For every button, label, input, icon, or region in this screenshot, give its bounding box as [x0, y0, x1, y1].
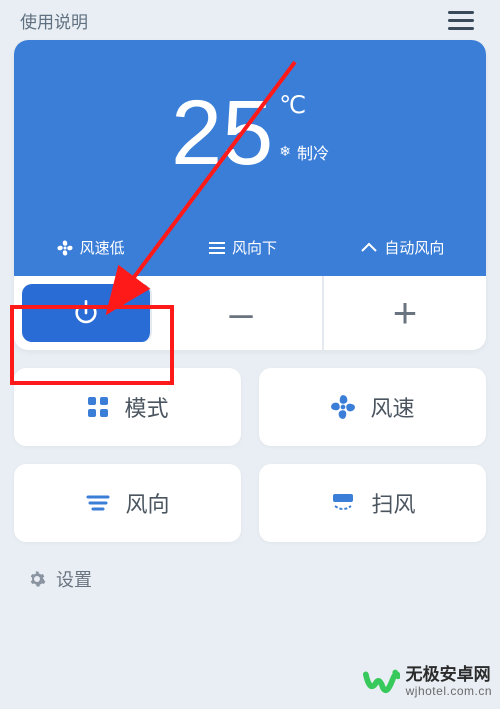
status-row: 风速低 风向下 自动风向	[14, 225, 486, 276]
power-button[interactable]	[22, 284, 152, 342]
gear-icon	[28, 570, 46, 588]
main-card: 25 ℃ ❄ 制冷 风速低	[14, 40, 486, 350]
plus-icon: +	[393, 289, 418, 337]
status-wind-direction-label: 风向下	[232, 237, 277, 258]
watermark-logo-icon	[362, 663, 400, 701]
mode-button[interactable]: 模式	[14, 368, 241, 446]
watermark: 无极安卓网 wjhotel.com.cn	[362, 663, 492, 701]
fan-speed-button-label: 风速	[370, 391, 414, 423]
mode-label: 制冷	[297, 140, 329, 164]
sweep-icon	[329, 492, 357, 514]
settings-label: 设置	[56, 566, 92, 592]
menu-icon[interactable]	[442, 5, 480, 36]
sweep-button[interactable]: 扫风	[259, 464, 486, 542]
fan-icon	[56, 239, 74, 257]
sweep-button-label: 扫风	[371, 487, 415, 519]
control-row: – +	[14, 276, 486, 350]
minus-icon: –	[229, 289, 252, 337]
temperature-display: 25 ℃ ❄ 制冷 风速低	[14, 40, 486, 276]
temperature-value: 25	[171, 87, 273, 179]
lines-icon	[208, 241, 226, 255]
watermark-title: 无极安卓网	[406, 665, 492, 685]
temperature-unit: ℃	[279, 91, 306, 120]
direction-button[interactable]: 风向	[14, 464, 241, 542]
direction-icon	[85, 493, 111, 513]
page-title: 使用说明	[20, 8, 88, 33]
status-fan-speed[interactable]: 风速低	[56, 237, 125, 258]
auto-direction-icon	[360, 241, 378, 255]
status-auto-direction-label: 自动风向	[384, 237, 444, 258]
fan-speed-button[interactable]: 风速	[259, 368, 486, 446]
topbar: 使用说明	[0, 0, 500, 36]
mode-button-label: 模式	[124, 391, 168, 423]
watermark-url: wjhotel.com.cn	[406, 685, 492, 699]
settings-button[interactable]: 设置	[0, 542, 500, 592]
power-icon	[72, 299, 100, 327]
status-wind-direction[interactable]: 风向下	[208, 237, 277, 258]
fan-icon	[330, 394, 356, 420]
status-auto-direction[interactable]: 自动风向	[360, 237, 444, 258]
increase-button[interactable]: +	[324, 276, 486, 350]
grid-icon	[86, 395, 110, 419]
direction-button-label: 风向	[125, 487, 169, 519]
function-row-2: 风向 扫风	[14, 464, 486, 542]
snowflake-icon: ❄	[279, 143, 291, 160]
status-fan-speed-label: 风速低	[80, 237, 125, 258]
function-row-1: 模式 风速	[14, 368, 486, 446]
decrease-button[interactable]: –	[160, 276, 324, 350]
